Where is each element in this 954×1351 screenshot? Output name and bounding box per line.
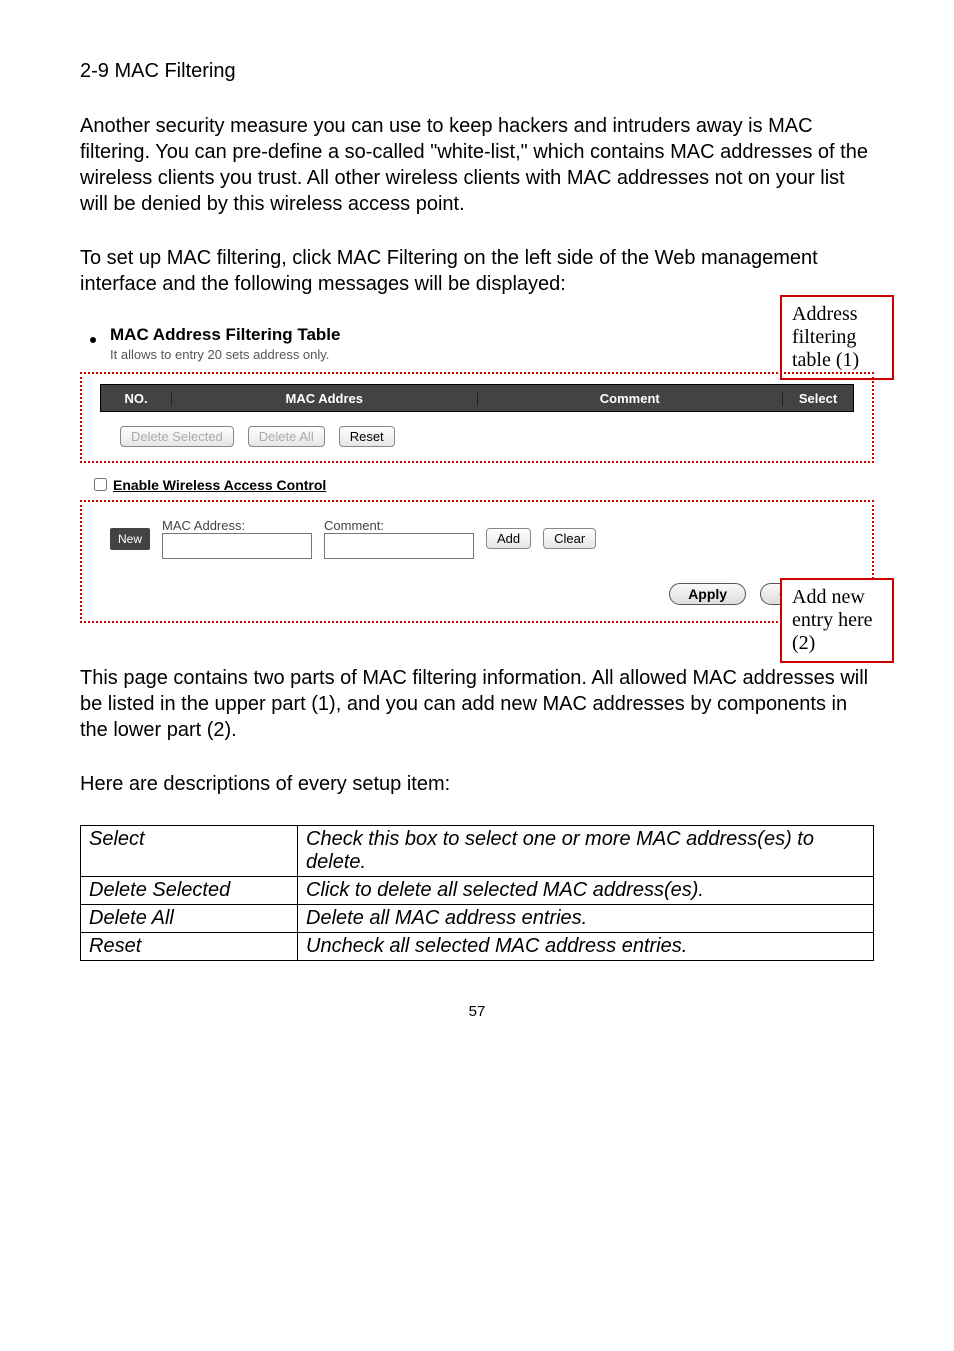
th-select: Select [783, 391, 853, 406]
enable-row: Enable Wireless Access Control [90, 475, 874, 494]
add-button[interactable]: Add [486, 528, 531, 549]
clear-button[interactable]: Clear [543, 528, 596, 549]
intro-paragraph-1: Another security measure you can use to … [80, 113, 874, 217]
enable-label: Enable Wireless Access Control [113, 477, 326, 493]
delete-all-button[interactable]: Delete All [248, 426, 325, 447]
section-heading: 2-9 MAC Filtering [80, 60, 874, 83]
table-row: Select Check this box to select one or m… [81, 826, 874, 877]
cell-name: Select [81, 826, 298, 877]
table-row: Reset Uncheck all selected MAC address e… [81, 933, 874, 961]
cell-desc: Click to delete all selected MAC address… [298, 877, 874, 905]
bullet-icon [90, 337, 96, 343]
reset-button[interactable]: Reset [339, 426, 395, 447]
page-number: 57 [80, 1003, 874, 1020]
th-mac: MAC Addres [172, 391, 478, 406]
cell-name: Delete All [81, 905, 298, 933]
th-no: NO. [101, 391, 172, 406]
cell-desc: Delete all MAC address entries. [298, 905, 874, 933]
mac-label: MAC Address: [162, 518, 312, 533]
table-row: Delete Selected Click to delete all sele… [81, 877, 874, 905]
table-intro: Here are descriptions of every setup ite… [80, 771, 874, 797]
cell-desc: Check this box to select one or more MAC… [298, 826, 874, 877]
lower-region: New MAC Address: Comment: Add Clear Appl… [80, 500, 874, 623]
filter-table-title: MAC Address Filtering Table [110, 325, 874, 345]
comment-input[interactable] [324, 533, 474, 559]
setup-item-table: Select Check this box to select one or m… [80, 825, 874, 961]
table-header-row: NO. MAC Addres Comment Select [100, 384, 854, 412]
screenshot-figure: Address filtering table (1) MAC Address … [80, 325, 874, 623]
cell-desc: Uncheck all selected MAC address entries… [298, 933, 874, 961]
callout-add-entry: Add new entry here (2) [780, 578, 894, 663]
upper-region: NO. MAC Addres Comment Select Delete Sel… [80, 372, 874, 463]
delete-selected-button[interactable]: Delete Selected [120, 426, 234, 447]
cell-name: Delete Selected [81, 877, 298, 905]
explain-paragraph: This page contains two parts of MAC filt… [80, 665, 874, 743]
enable-checkbox[interactable] [94, 478, 107, 491]
filter-table-subtitle: It allows to entry 20 sets address only. [110, 347, 874, 362]
table-row: Delete All Delete all MAC address entrie… [81, 905, 874, 933]
mac-input[interactable] [162, 533, 312, 559]
apply-button[interactable]: Apply [669, 583, 746, 605]
cell-name: Reset [81, 933, 298, 961]
new-tag: New [110, 528, 150, 550]
comment-label: Comment: [324, 518, 474, 533]
intro-paragraph-2: To set up MAC filtering, click MAC Filte… [80, 245, 874, 297]
th-comment: Comment [478, 391, 784, 406]
table-button-row: Delete Selected Delete All Reset [120, 426, 854, 447]
